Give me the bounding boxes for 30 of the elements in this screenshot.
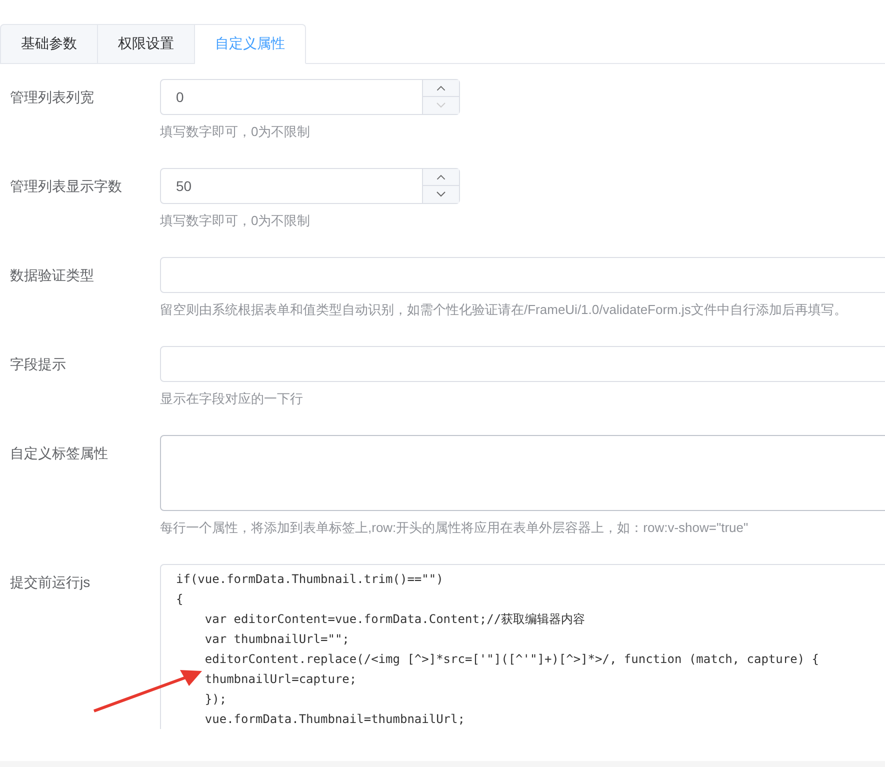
field-label: 数据验证类型 [9,266,95,285]
hint-text: 每行一个属性，将添加到表单标签上,row:开头的属性将应用在表单外层容器上，如：row:v-show="true" [160,519,750,537]
number-field[interactable]: 50 [160,168,460,204]
input-field[interactable] [160,346,885,382]
hint-text: 填写数字即可，0为不限制 [160,212,312,230]
code-line: var editorContent=vue.formData.Content;//获取编辑器内容 [204,611,586,628]
code-line: { [176,591,184,608]
field-label: 字段提示 [9,355,67,374]
tab[interactable]: 权限设置 [98,24,195,64]
hint-text: 留空则由系统根据表单和值类型自动识别，如需个性化验证请在/FrameUi/1.0/validateForm.js文件中自行添加后再填写。 [160,301,848,319]
tab[interactable]: 基础参数 [0,24,98,64]
code-line: thumbnailUrl=capture; [204,671,358,688]
code-line: }); [204,691,228,708]
down-caret-icon[interactable] [423,97,459,114]
up-caret-icon[interactable] [423,169,459,186]
input-field[interactable] [160,257,885,293]
code-line: vue.formData.Thumbnail=thumbnailUrl; [204,711,466,728]
up-caret-icon[interactable] [423,80,459,97]
field-label: 管理列表显示字数 [9,177,123,196]
hint-text: 显示在字段对应的一下行 [160,390,304,408]
hint-text: 填写数字即可，0为不限制 [160,123,312,141]
field-label: 提交前运行js [9,573,92,592]
text-area[interactable] [160,435,885,511]
field-label: 管理列表列宽 [9,88,95,107]
number-field[interactable]: 0 [160,79,460,115]
down-caret-icon[interactable] [423,186,459,203]
code-line: var thumbnailUrl=""; [204,631,350,648]
code-line: editorContent.replace(/<img [^>]*src=['"]([^'"]+)[^>]*>/, function (match, capture) { [204,651,820,668]
field-label: 自定义标签属性 [9,444,109,463]
code-line: if(vue.formData.Thumbnail.trim()=="") [176,571,444,588]
